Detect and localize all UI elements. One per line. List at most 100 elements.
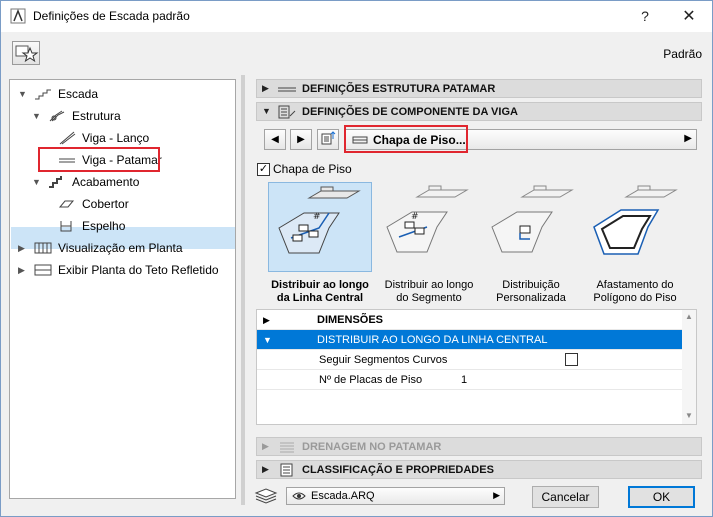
list-arrow-icon (321, 131, 336, 145)
seguir-segmentos-checkbox[interactable] (565, 353, 578, 366)
triangle-left-icon: ◀ (271, 134, 279, 145)
tree-item-viga-lanco[interactable]: Viga - Lanço (18, 127, 233, 149)
tree-item-cobertor[interactable]: Cobertor (18, 193, 233, 215)
layer-stack-icon (254, 488, 278, 504)
archicad-app-icon (10, 8, 26, 24)
window-title: Definições de Escada padrão (33, 9, 190, 23)
favorites-button[interactable] (12, 41, 40, 65)
section-classificacao[interactable]: ▶ CLASSIFICAÇÃO E PROPRIEDADES (256, 460, 702, 479)
chevron-down-icon[interactable]: ▼ (263, 330, 272, 350)
beam-component-icon (278, 105, 296, 119)
distribute-segment-icon: # (386, 185, 469, 253)
chevron-right-icon[interactable]: ▶ (263, 310, 270, 330)
stair-icon (35, 89, 51, 100)
grid-row-value[interactable]: 1 (461, 370, 467, 390)
section-title: DEFINIÇÕES ESTRUTURA PATAMAR (302, 83, 496, 95)
tree-item-acabamento[interactable]: ▼ Acabamento (18, 171, 233, 193)
option-distribuir-segmento[interactable]: # (377, 182, 481, 272)
dialog-window: Definições de Escada padrão ? ✕ Padrão ▼… (0, 0, 713, 517)
grid-scrollbar[interactable]: ▲ ▼ (682, 310, 696, 424)
option-distribuir-linha-central[interactable]: # (268, 182, 372, 272)
help-button[interactable]: ? (623, 1, 667, 32)
section-estrutura-patamar[interactable]: ▶ DEFINIÇÕES ESTRUTURA PATAMAR (256, 79, 702, 98)
favorite-name: Padrão (663, 47, 702, 61)
option-distribuicao-personalizada[interactable] (482, 182, 586, 272)
title-bar[interactable]: Definições de Escada padrão ? ✕ (1, 1, 712, 32)
section-drenagem[interactable]: ▶ DRENAGEM NO PATAMAR (256, 437, 702, 456)
panel-splitter[interactable] (241, 75, 245, 505)
chevron-down-icon: ▼ (262, 106, 271, 116)
section-title: DRENAGEM NO PATAMAR (302, 441, 442, 453)
tree-item-espelho[interactable]: Espelho (18, 215, 233, 237)
tree-label: Acabamento (72, 175, 140, 189)
tree-item-escada[interactable]: ▼ Escada (18, 83, 233, 105)
grid-row-label: DIMENSÕES (317, 314, 384, 326)
tree-label: Cobertor (82, 197, 129, 211)
section-title: DEFINIÇÕES DE COMPONENTE DA VIGA (302, 106, 518, 118)
cancel-button[interactable]: Cancelar (532, 486, 599, 508)
tree-label: Espelho (82, 219, 126, 233)
distribute-centerline-icon: # (278, 186, 361, 254)
layer-select[interactable]: Escada.ARQ ▶ (286, 487, 505, 505)
option-label: Distribuição Personalizada (474, 279, 588, 305)
chevron-right-icon[interactable]: ▶ (18, 259, 28, 281)
drainage-icon (280, 442, 294, 453)
ok-button[interactable]: OK (628, 486, 695, 508)
chapa-de-piso-checkbox[interactable]: ✓ (257, 163, 270, 176)
tree-label: Viga - Lanço (82, 131, 150, 145)
finish-icon (49, 176, 62, 188)
custom-distribution-icon (491, 185, 574, 253)
scroll-down-icon[interactable]: ▼ (682, 411, 696, 420)
option-label-line: Distribuir ao longo (384, 279, 474, 291)
chevron-right-icon[interactable]: ▶ (18, 237, 28, 259)
next-component-button[interactable]: ▶ (290, 129, 312, 150)
riser-icon (60, 221, 72, 232)
svg-text:#: # (313, 212, 321, 222)
grid-row-label: Nº de Placas de Piso (319, 374, 423, 386)
triangle-right-icon: ▶ (297, 134, 305, 145)
chevron-right-icon: ▶ (262, 83, 269, 93)
chevron-down-icon[interactable]: ▼ (32, 171, 42, 193)
chevron-down-icon[interactable]: ▼ (32, 105, 42, 127)
reflected-ceiling-icon (34, 264, 52, 276)
option-afastamento-poligono[interactable] (586, 182, 690, 272)
scroll-up-icon[interactable]: ▲ (682, 312, 696, 321)
flight-beam-icon (59, 131, 76, 145)
grid-row-label: DISTRIBUIR AO LONGO DA LINHA CENTRAL (317, 334, 548, 346)
previous-component-button[interactable]: ◀ (264, 129, 286, 150)
grid-row-dimensoes[interactable]: ▶ DIMENSÕES (257, 310, 683, 330)
component-list-button[interactable] (317, 129, 339, 150)
option-label-line: da Linha Central (276, 292, 364, 304)
tree-item-teto-refletido[interactable]: ▶ Exibir Planta do Teto Refletido (18, 259, 233, 281)
eye-icon (292, 492, 306, 500)
chevron-right-icon: ▶ (262, 441, 269, 451)
chevron-down-icon[interactable]: ▼ (18, 83, 28, 105)
chapa-de-piso-label: Chapa de Piso (273, 162, 352, 176)
tree-item-estrutura[interactable]: ▼ Estrutura (18, 105, 233, 127)
tree-label: Estrutura (72, 109, 121, 123)
grid-row-seguir-segmentos[interactable]: Seguir Segmentos Curvos (257, 350, 683, 370)
option-label: Afastamento do Polígono do Piso (578, 279, 692, 305)
annotation-highlight-component (344, 125, 468, 153)
grid-row-distribuir[interactable]: ▼ DISTRIBUIR AO LONGO DA LINHA CENTRAL (257, 330, 683, 350)
option-label: Distribuir ao longo do Segmento (372, 279, 486, 305)
option-label-line: Polígono do Piso (593, 292, 677, 304)
landing-structure-icon (278, 87, 296, 92)
triangle-right-icon: ▶ (493, 490, 500, 500)
option-label-line: Personalizada (496, 292, 566, 304)
tree-label: Exibir Planta do Teto Refletido (58, 263, 219, 277)
grid-row-placas-piso[interactable]: Nº de Placas de Piso 1 (257, 370, 683, 390)
option-label-line: do Segmento (396, 292, 462, 304)
polygon-offset-icon (593, 185, 678, 255)
tree-item-visualizacao-planta[interactable]: ▶ Visualização em Planta (18, 237, 233, 259)
favorites-star-icon (15, 45, 39, 63)
annotation-highlight-tree (38, 147, 160, 172)
section-title: CLASSIFICAÇÃO E PROPRIEDADES (302, 464, 494, 476)
section-componente-viga[interactable]: ▼ DEFINIÇÕES DE COMPONENTE DA VIGA (256, 102, 702, 121)
chevron-right-icon: ▶ (262, 464, 269, 474)
properties-icon (280, 463, 293, 477)
option-label-line: Afastamento do (596, 279, 674, 291)
close-button[interactable]: ✕ (667, 1, 711, 32)
settings-grid: ▶ DIMENSÕES ▼ DISTRIBUIR AO LONGO DA LIN… (256, 309, 697, 425)
tree-label: Escada (58, 87, 99, 101)
